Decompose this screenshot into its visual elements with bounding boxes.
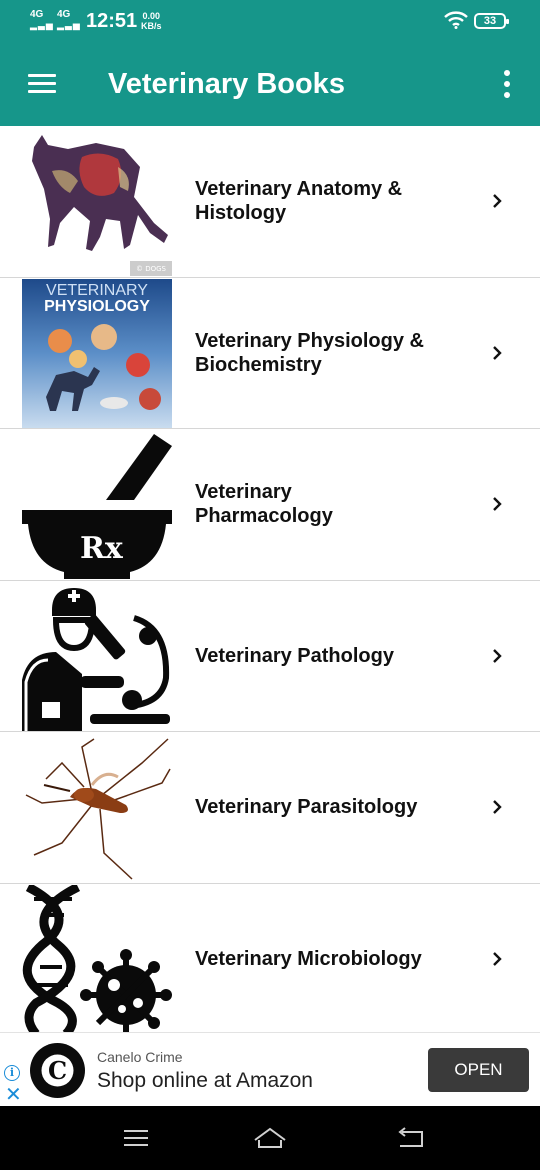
network-speed-value: 0.00 <box>142 11 161 21</box>
pathology-thumbnail <box>22 581 172 731</box>
chevron-right-icon <box>493 951 502 966</box>
clock: 12:51 <box>86 10 138 32</box>
book-item-pharmacology[interactable]: Rx Veterinary Pharmacology <box>0 429 540 581</box>
thumbnail-caption: © DOGS <box>136 265 167 273</box>
signal-indicator-1: 4G ▂▃▅ <box>30 9 54 31</box>
info-icon[interactable]: i <box>4 1065 20 1081</box>
anatomy-thumbnail: © DOGS <box>22 127 172 276</box>
status-bar: 4G ▂▃▅ 4G ▂▃▅ 12:51 0.00 KB/s 33 <box>0 0 540 44</box>
app-bar: Veterinary Books <box>0 44 540 126</box>
advertiser-logo: C <box>30 1043 85 1098</box>
pharmacology-thumbnail: Rx <box>22 430 172 579</box>
book-item-parasitology[interactable]: Veterinary Parasitology <box>0 732 540 884</box>
network-speed: 0.00 KB/s <box>141 11 162 31</box>
chevron-right-icon <box>493 648 502 663</box>
book-title: Veterinary Parasitology <box>195 796 418 819</box>
home-icon[interactable] <box>252 1124 288 1152</box>
advertiser-name: Canelo Crime <box>97 1049 183 1065</box>
close-icon[interactable]: ✕ <box>5 1085 22 1105</box>
signal-indicator-2: 4G ▂▃▅ <box>57 9 81 31</box>
system-navigation-bar <box>0 1106 540 1170</box>
parasitology-thumbnail <box>22 733 172 882</box>
book-title: Veterinary Physiology & Biochemistry <box>195 329 424 376</box>
book-item-anatomy[interactable]: © DOGS Veterinary Anatomy & Histology <box>0 126 540 278</box>
network-type-label: 4G <box>30 9 44 20</box>
logo-letter: C <box>48 1056 67 1085</box>
book-title: Veterinary Pharmacology <box>195 481 333 528</box>
book-title: Veterinary Anatomy & Histology <box>195 178 403 225</box>
network-type-label: 4G <box>57 9 71 20</box>
more-vert-icon[interactable] <box>500 70 514 100</box>
book-title: Veterinary Pathology <box>195 644 394 667</box>
signal-bars-icon: ▂▃▅ <box>57 20 81 30</box>
book-title: Veterinary Microbiology <box>195 947 422 970</box>
network-speed-unit: KB/s <box>141 21 162 31</box>
wifi-icon <box>444 11 468 29</box>
signal-bars-icon: ▂▃▅ <box>30 20 54 30</box>
battery-icon: 33 <box>474 13 509 29</box>
microbiology-thumbnail <box>22 884 172 1034</box>
physiology-thumbnail: VETERINARY PHYSIOLOGY <box>22 278 172 428</box>
ad-open-button[interactable]: OPEN <box>428 1048 529 1092</box>
rx-symbol: Rx <box>80 531 124 566</box>
book-list: © DOGS Veterinary Anatomy & Histology VE… <box>0 126 540 1035</box>
back-icon[interactable] <box>396 1124 426 1152</box>
chevron-right-icon <box>493 800 502 815</box>
cover-line-1: VETERINARY <box>46 282 148 299</box>
cover-line-2: PHYSIOLOGY <box>44 298 150 315</box>
recent-apps-icon[interactable] <box>121 1124 151 1152</box>
ad-headline: Shop online at Amazon <box>97 1069 313 1092</box>
app-title: Veterinary Books <box>108 68 345 100</box>
chevron-right-icon <box>493 345 502 360</box>
book-item-pathology[interactable]: Veterinary Pathology <box>0 580 540 732</box>
menu-icon[interactable] <box>28 74 56 94</box>
book-item-microbiology[interactable]: Veterinary Microbiology <box>0 883 540 1035</box>
book-item-physiology[interactable]: VETERINARY PHYSIOLOGY Veterinary Physiol… <box>0 277 540 429</box>
ad-banner[interactable]: i ✕ C Canelo Crime Shop online at Amazon… <box>0 1032 540 1106</box>
chevron-right-icon <box>493 194 502 209</box>
chevron-right-icon <box>493 497 502 512</box>
